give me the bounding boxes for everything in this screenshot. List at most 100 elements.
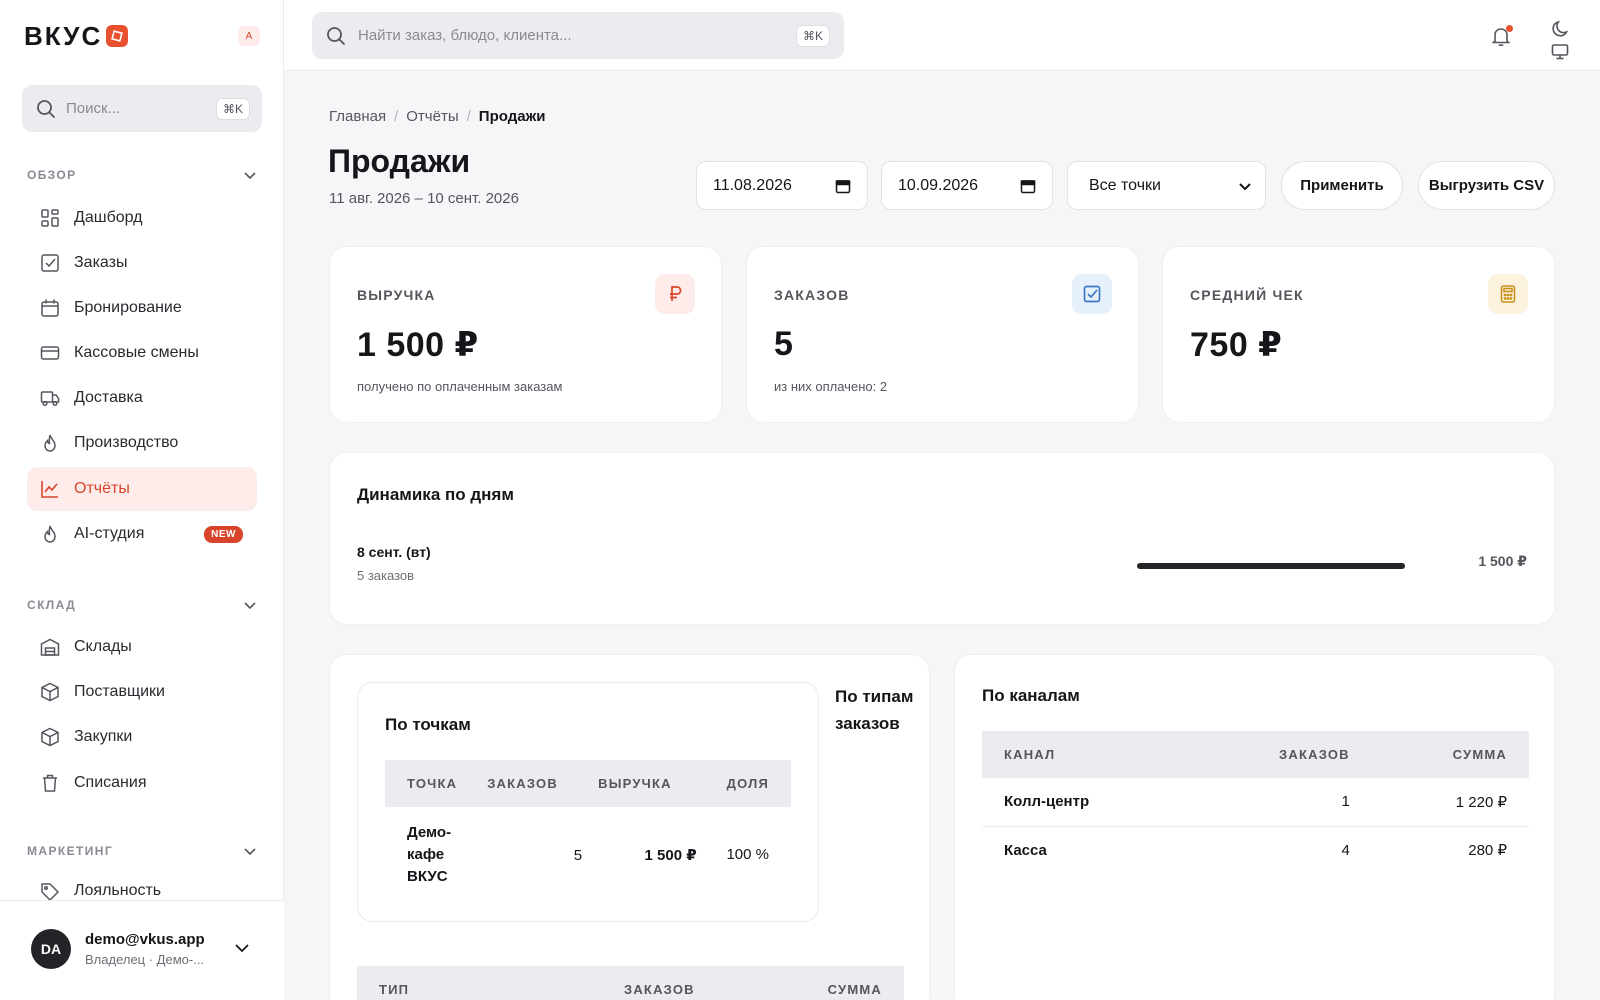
cell-orders: 1: [1188, 778, 1372, 827]
date-from-value: 11.08.2026: [713, 176, 792, 194]
column-header[interactable]: ЗАКАЗОВ: [479, 760, 591, 807]
day-bar-track: [1137, 563, 1405, 569]
sidebar-item-purchases[interactable]: Закупки: [27, 715, 257, 759]
logo[interactable]: ВКУС: [24, 21, 129, 52]
cell-orders: 5: [573, 846, 583, 864]
by-points-title: По точкам: [385, 715, 471, 734]
search-icon: [37, 99, 55, 118]
box-icon: [41, 727, 59, 747]
by-points-table-wrap: ТОЧКА ЗАКАЗОВ ВЫРУЧКА ДОЛЯ Демо-кафе ВКУ…: [385, 760, 791, 903]
calendar-icon[interactable]: [1020, 178, 1036, 194]
breadcrumb-home[interactable]: Главная: [329, 108, 386, 125]
sidebar-item-delivery[interactable]: Доставка: [27, 376, 257, 420]
moon-icon[interactable]: [1551, 20, 1569, 38]
sidebar-item-label: Закупки: [74, 728, 133, 745]
chevron-down-icon[interactable]: [233, 939, 251, 957]
kpi-label: ВЫРУЧКА: [357, 287, 436, 303]
logo-row: ВКУС A: [24, 21, 260, 52]
sidebar-item-label: AI-студия: [74, 525, 145, 542]
chevron-down-icon: [244, 172, 256, 180]
by-types-table-wrap: ТИП ЗАКАЗОВ СУММА: [357, 966, 904, 1000]
calculator-icon: [1488, 274, 1528, 314]
chevron-down-icon: [244, 602, 256, 610]
sidebar-item-reports[interactable]: Отчёты: [27, 467, 257, 511]
calendar-icon[interactable]: [835, 178, 851, 194]
global-search-input[interactable]: Найти заказ, блюдо, клиента... ⌘K: [312, 12, 844, 59]
kpi-card-orders: ЗАКАЗОВ 5 из них оплачено: 2: [746, 246, 1139, 423]
avatar: DA: [31, 929, 71, 969]
kpi-label: СРЕДНИЙ ЧЕК: [1190, 287, 1304, 303]
cell-orders: 4: [1341, 841, 1350, 859]
export-csv-button[interactable]: Выгрузить CSV: [1418, 161, 1555, 210]
daily-dynamics-title: Динамика по дням: [357, 485, 514, 504]
table-row[interactable]: Колл-центр 1 1 220 ₽: [982, 778, 1529, 827]
apply-button[interactable]: Применить: [1281, 161, 1403, 210]
section-overview[interactable]: ОБЗОР: [27, 168, 257, 182]
user-menu[interactable]: DA demo@vkus.app Владелец · Демо-...: [0, 900, 284, 1000]
kpi-value: 1 500 ₽: [357, 326, 479, 364]
section-marketing[interactable]: МАРКЕТИНГ: [27, 844, 257, 858]
sidebar-item-production[interactable]: Производство: [27, 421, 257, 465]
cell-channel: Колл-центр: [982, 778, 1189, 827]
column-header[interactable]: КАНАЛ: [982, 731, 1189, 778]
table-row[interactable]: Демо-кафе ВКУС 5 1 500 ₽ 100 %: [385, 807, 791, 903]
by-channels-title: По каналам: [982, 686, 1080, 705]
card-icon: [40, 346, 60, 360]
flame-icon: [44, 525, 56, 543]
day-label: 8 сент. (вт): [357, 544, 431, 560]
sidebar-item-dashboard[interactable]: Дашборд: [27, 196, 257, 240]
column-header[interactable]: ДОЛЯ: [704, 760, 791, 807]
column-header[interactable]: ТОЧКА: [385, 760, 480, 807]
sidebar-item-booking[interactable]: Бронирование: [27, 286, 257, 330]
sidebar-item-label: Списания: [74, 774, 147, 791]
sidebar-item-cash-shifts[interactable]: Кассовые смены: [27, 331, 257, 375]
chart-icon: [41, 481, 58, 498]
column-header[interactable]: ЗАКАЗОВ: [498, 966, 717, 1000]
date-from-input[interactable]: 11.08.2026: [696, 161, 868, 210]
sidebar-search-placeholder: Поиск...: [66, 100, 121, 117]
cell-sum: 280 ₽: [1468, 842, 1507, 860]
breadcrumb: Главная / Отчёты / Продажи: [329, 108, 545, 125]
column-header[interactable]: СУММА: [1371, 731, 1529, 778]
page-subtitle: 11 авг. 2026 – 10 сент. 2026: [329, 190, 519, 207]
column-header[interactable]: СУММА: [716, 966, 904, 1000]
breadcrumb-current: Продажи: [478, 108, 546, 125]
by-channels-table: КАНАЛ ЗАКАЗОВ СУММА Колл-центр 1 1 220 ₽…: [982, 731, 1529, 874]
global-search-shortcut: ⌘K: [795, 24, 830, 47]
date-to-value: 10.09.2026: [898, 176, 979, 194]
column-header[interactable]: ТИП: [357, 966, 499, 1000]
by-points-table: ТОЧКА ЗАКАЗОВ ВЫРУЧКА ДОЛЯ Демо-кафе ВКУ…: [385, 760, 791, 903]
language-badge[interactable]: A: [238, 26, 260, 46]
sidebar-item-loyalty[interactable]: Лояльность: [27, 870, 257, 900]
trash-icon: [43, 774, 57, 792]
checkbox-icon: [41, 254, 59, 272]
section-warehouse[interactable]: СКЛАД: [27, 598, 257, 612]
sidebar-item-suppliers[interactable]: Поставщики: [27, 670, 257, 714]
tag-icon: [41, 883, 60, 900]
column-header[interactable]: ВЫРУЧКА: [590, 760, 705, 807]
cell-channel: Касса: [1004, 841, 1047, 859]
new-badge: NEW: [204, 525, 243, 543]
breadcrumb-reports[interactable]: Отчёты: [406, 108, 458, 125]
column-header[interactable]: ЗАКАЗОВ: [1188, 731, 1372, 778]
monitor-icon[interactable]: [1551, 43, 1569, 61]
cell-sum: 1 220 ₽: [1371, 778, 1529, 827]
table-row[interactable]: Касса 4 280 ₽: [982, 826, 1529, 874]
point-select[interactable]: Все точки: [1067, 161, 1266, 210]
sidebar-item-warehouses[interactable]: Склады: [27, 625, 257, 669]
calendar-icon: [41, 299, 59, 317]
sidebar-search[interactable]: Поиск... ⌘K: [22, 85, 262, 132]
chevron-down-icon: [244, 848, 256, 856]
sidebar-item-ai-studio[interactable]: AI-студия NEW: [27, 512, 257, 556]
breadcrumb-separator: /: [394, 108, 399, 125]
page-title: Продажи: [328, 143, 471, 179]
ruble-icon: [655, 274, 695, 314]
sidebar-item-label: Поставщики: [74, 683, 165, 700]
section-overview-title: ОБЗОР: [27, 168, 77, 182]
point-select-value: Все точки: [1089, 176, 1161, 194]
kpi-note: получено по оплаченным заказам: [357, 379, 563, 394]
sidebar-item-write-offs[interactable]: Списания: [27, 761, 257, 805]
sidebar-item-orders[interactable]: Заказы: [27, 241, 257, 285]
date-to-input[interactable]: 10.09.2026: [881, 161, 1053, 210]
sidebar-item-label: Склады: [74, 638, 132, 655]
